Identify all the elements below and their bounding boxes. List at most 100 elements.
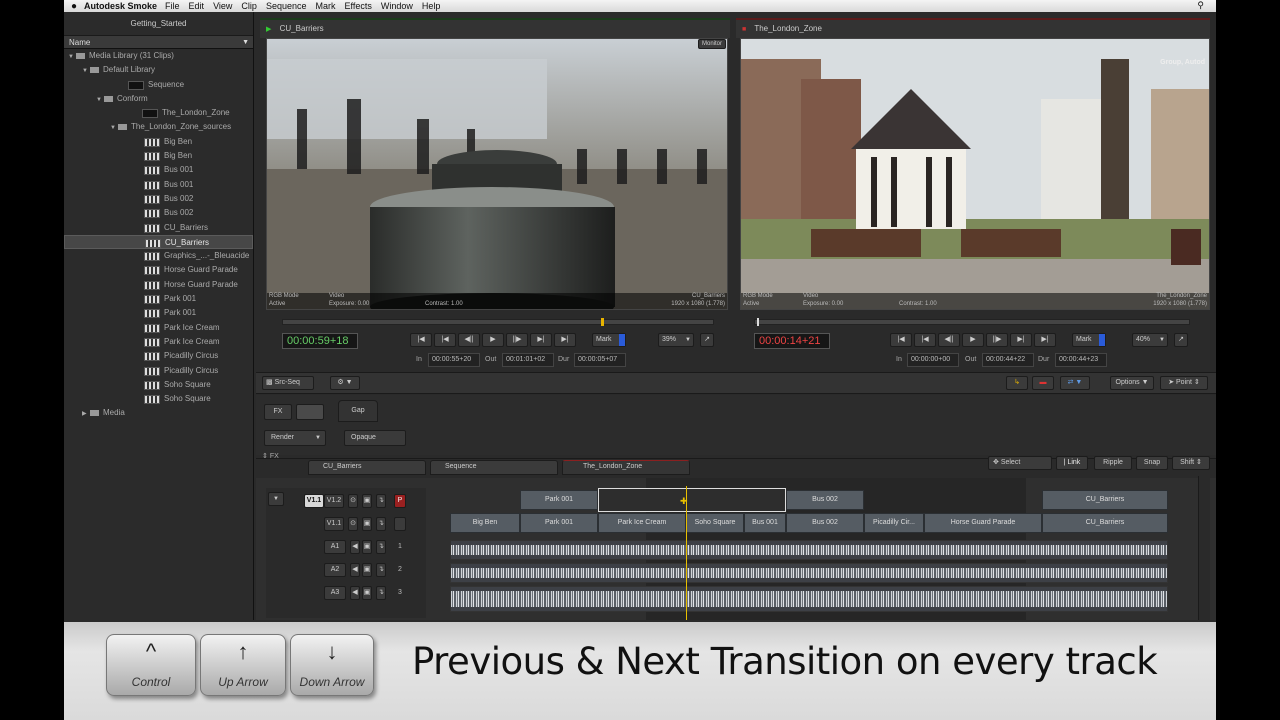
fx-button[interactable]: FX	[264, 404, 292, 420]
audio-clip[interactable]	[450, 586, 1168, 612]
src-seq-toggle[interactable]: ▩ Src-Seq	[262, 376, 314, 390]
shift-dropdown[interactable]: Shift ⇕	[1172, 456, 1210, 470]
overwrite-edit-icon[interactable]: ↳	[1006, 376, 1028, 390]
next-frame-button[interactable]: ▶|	[530, 333, 552, 347]
collapse-chevron-icon[interactable]: ▼	[268, 492, 284, 506]
v1-lock-icon[interactable]: ▣	[362, 517, 372, 531]
source-scrub-bar[interactable]	[282, 318, 714, 326]
primary-track-badge[interactable]: P	[394, 494, 406, 508]
record-in-field[interactable]: 00:00:00+00	[907, 353, 959, 367]
chevron-down-icon[interactable]: ▼	[242, 36, 249, 49]
segment-v1[interactable]: Soho Square	[686, 513, 744, 533]
v1-sync-icon[interactable]: ↴	[376, 517, 386, 531]
menu-view[interactable]: View	[213, 1, 232, 11]
monitor-button[interactable]: Monitor	[698, 39, 726, 49]
timeline-tab-sequence[interactable]: Sequence	[430, 460, 558, 475]
library-clip-item[interactable]: Big Ben	[64, 135, 253, 149]
snap-toggle[interactable]: Snap	[1136, 456, 1168, 470]
rec-forward-step-button[interactable]: ||▶	[986, 333, 1008, 347]
library-column-header[interactable]: Name ▼	[64, 36, 253, 49]
fx-toggle[interactable]	[296, 404, 324, 420]
apple-icon[interactable]: ●	[64, 1, 84, 12]
sync-icon[interactable]: ↴	[376, 540, 386, 554]
lock-icon[interactable]: ▣	[362, 540, 372, 554]
v1-1-track-label[interactable]: V1.1	[304, 494, 324, 508]
library-folder-item[interactable]: ▶ Media	[64, 406, 253, 420]
v1-track-label[interactable]: V1.1	[324, 517, 344, 531]
go-to-start-button[interactable]: |◀	[410, 333, 432, 347]
segment-v1[interactable]: Horse Guard Parade	[924, 513, 1042, 533]
spotlight-search-icon[interactable]: ⚲	[1197, 0, 1204, 11]
rec-reverse-play-button[interactable]: ◀||	[938, 333, 960, 347]
track-lock-icon[interactable]: ▣	[362, 494, 372, 508]
source-viewer-tab[interactable]: ▶ CU_Barriers	[260, 18, 730, 38]
settings-dropdown[interactable]: ⚙ ▼	[330, 376, 360, 390]
replace-edit-icon[interactable]: ⇄ ▼	[1060, 376, 1090, 390]
library-clip-item[interactable]: Soho Square	[64, 392, 253, 406]
disclosure-open-icon[interactable]: ▼	[82, 64, 90, 78]
source-mark-button[interactable]: Mark	[592, 333, 626, 347]
reverse-play-button[interactable]: ◀||	[458, 333, 480, 347]
menu-edit[interactable]: Edit	[189, 1, 205, 11]
timeline-tab-london-zone[interactable]: The_London_Zone	[562, 460, 690, 475]
rec-play-button[interactable]: ▶	[962, 333, 984, 347]
segment-v1[interactable]: Bus 001	[744, 513, 786, 533]
rec-go-to-start-button[interactable]: |◀	[890, 333, 912, 347]
record-viewer[interactable]: Group, Autod RGB Mode Video Active Expos…	[740, 38, 1210, 310]
v1-2-track-label[interactable]: V1.2	[324, 494, 344, 508]
segment-park-001-upper[interactable]: Park 001	[520, 490, 598, 510]
menu-help[interactable]: Help	[422, 1, 441, 11]
library-clip-item[interactable]: Graphics_...-_Bleuacide	[64, 249, 253, 263]
library-clip-item[interactable]: Big Ben	[64, 149, 253, 163]
segment-v1[interactable]: Bus 002	[786, 513, 864, 533]
library-folder-item[interactable]: ▼ The_London_Zone_sources	[64, 120, 253, 134]
options-dropdown[interactable]: Options ▼	[1110, 376, 1154, 390]
library-clip-item[interactable]: Horse Guard Parade	[64, 278, 253, 292]
source-out-field[interactable]: 00:01:01+02	[502, 353, 554, 367]
segment-v1[interactable]: Park 001	[520, 513, 598, 533]
library-clip-item[interactable]: Horse Guard Parade	[64, 263, 253, 277]
rec-go-to-end-button[interactable]: ▶|	[1034, 333, 1056, 347]
forward-step-button[interactable]: ||▶	[506, 333, 528, 347]
ripple-toggle[interactable]: Ripple	[1094, 456, 1132, 470]
library-clip-item[interactable]: Bus 001	[64, 163, 253, 177]
library-clip-item[interactable]: Bus 002	[64, 192, 253, 206]
library-clip-item[interactable]: Picadilly Circus	[64, 349, 253, 363]
disclosure-open-icon[interactable]: ▼	[68, 50, 76, 64]
lock-icon[interactable]: ▣	[362, 563, 372, 577]
record-viewer-tab[interactable]: ■ The_London_Zone	[736, 18, 1210, 38]
library-clip-item[interactable]: Soho Square	[64, 378, 253, 392]
library-clip-item[interactable]: Picadilly Circus	[64, 364, 253, 378]
menu-file[interactable]: File	[165, 1, 180, 11]
library-clip-item[interactable]: CU_Barriers	[64, 234, 253, 250]
source-viewer[interactable]: RGB Mode Video Active Exposure: 0.00 Con…	[266, 38, 728, 310]
record-timecode[interactable]: 00:00:14+21	[754, 333, 830, 349]
source-playhead[interactable]	[601, 318, 604, 326]
record-out-field[interactable]: 00:00:44+22	[982, 353, 1034, 367]
audio-clip[interactable]	[450, 540, 1168, 560]
library-clip-item[interactable]: Park Ice Cream	[64, 321, 253, 335]
source-dur-field[interactable]: 00:00:05+07	[574, 353, 626, 367]
segment-cu-barriers-upper[interactable]: CU_Barriers	[1042, 490, 1168, 510]
timeline-vertical-scrollbar[interactable]	[1198, 476, 1210, 620]
speaker-icon[interactable]: ◀	[350, 586, 360, 600]
play-button[interactable]: ▶	[482, 333, 504, 347]
speaker-icon[interactable]: ◀	[350, 563, 360, 577]
menu-sequence[interactable]: Sequence	[266, 1, 307, 11]
audio-track-label[interactable]: A2	[324, 563, 346, 577]
menu-clip[interactable]: Clip	[241, 1, 257, 11]
insert-edit-icon[interactable]: ▬	[1032, 376, 1054, 390]
timeline-tab-cu-barriers[interactable]: CU_Barriers	[308, 460, 426, 475]
record-zoom-select[interactable]: 40% ▼	[1132, 333, 1168, 347]
segment-v1[interactable]: CU_Barriers	[1042, 513, 1168, 533]
v1-record-icon[interactable]	[394, 517, 406, 531]
record-playhead[interactable]	[757, 318, 759, 326]
v1-eye-icon[interactable]: ⊙	[348, 517, 358, 531]
lock-icon[interactable]: ▣	[362, 586, 372, 600]
sync-icon[interactable]: ↴	[376, 586, 386, 600]
record-mark-button[interactable]: Mark	[1072, 333, 1106, 347]
library-folder-item[interactable]: ▼ Conform	[64, 92, 253, 106]
prev-frame-button[interactable]: |◀	[434, 333, 456, 347]
gap-segment-selected[interactable]	[598, 488, 786, 512]
library-clip-item[interactable]: Park 001	[64, 292, 253, 306]
